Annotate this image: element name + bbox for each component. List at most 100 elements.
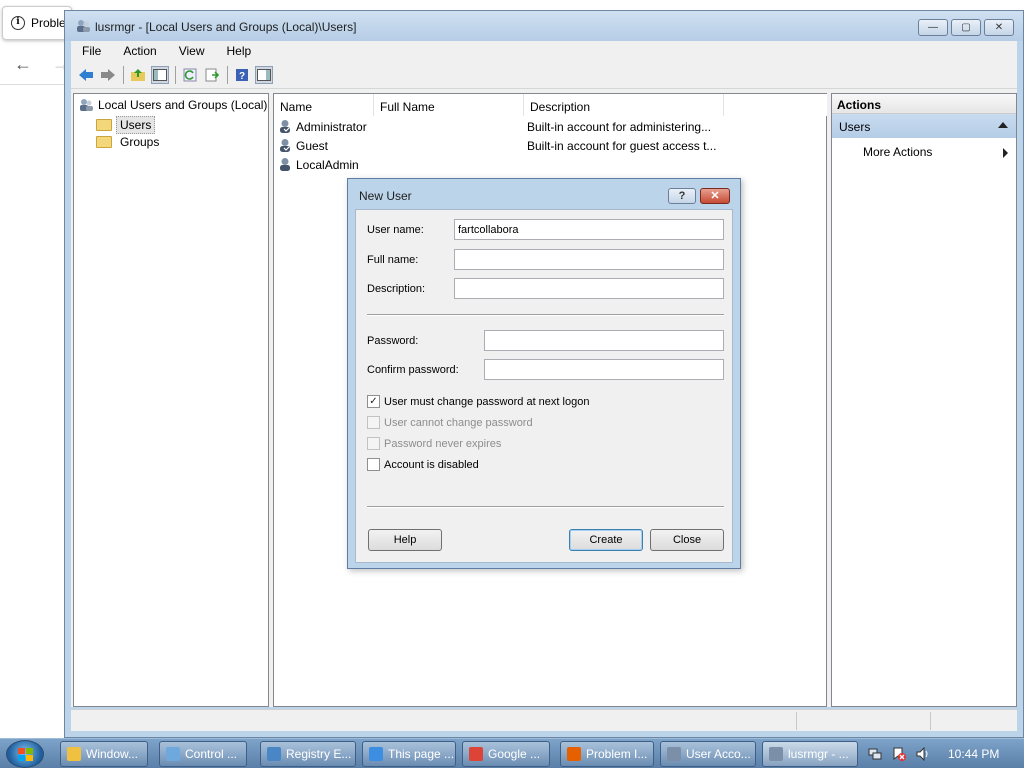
account-disabled-checkbox[interactable]: Account is disabled: [367, 458, 479, 471]
users-icon: [769, 747, 783, 761]
menu-view[interactable]: View: [168, 41, 216, 61]
menu-help[interactable]: Help: [216, 41, 263, 61]
toolbar-separator: [175, 66, 176, 84]
taskbar-item-user-accounts[interactable]: User Acco...: [660, 741, 756, 767]
password-never-expires-checkbox: Password never expires: [367, 437, 501, 450]
menu-bar: File Action View Help: [71, 41, 1017, 61]
taskbar-item-chrome[interactable]: Google ...: [462, 741, 550, 767]
back-arrow-icon[interactable]: ←: [14, 54, 32, 75]
divider: [0, 84, 66, 85]
checkbox-box: [367, 416, 380, 429]
control-panel-icon: [166, 747, 180, 761]
user-name: Guest: [296, 138, 329, 153]
actions-pane: Actions Users More Actions: [831, 93, 1017, 707]
browser-tab-label: Proble: [31, 16, 66, 30]
divider: [367, 506, 724, 508]
tree-item-groups[interactable]: Groups: [96, 135, 159, 149]
clock[interactable]: 10:44 PM: [948, 747, 999, 761]
taskbar-item-explorer[interactable]: Window...: [60, 741, 148, 767]
status-segment: [930, 712, 1017, 730]
password-label: Password:: [367, 335, 419, 347]
divider: [367, 314, 724, 316]
chevron-right-icon: [1003, 148, 1008, 158]
checkbox-label: User cannot change password: [384, 416, 533, 429]
minimize-button[interactable]: —: [918, 19, 948, 36]
registry-icon: [267, 747, 281, 761]
menu-action[interactable]: Action: [112, 41, 167, 61]
forward-icon[interactable]: [99, 66, 117, 84]
help-icon[interactable]: ?: [233, 66, 251, 84]
dialog-help-button[interactable]: ?: [668, 188, 696, 204]
checkbox-box[interactable]: [367, 458, 380, 471]
show-action-pane-icon[interactable]: [255, 66, 273, 84]
status-segment: [796, 712, 930, 730]
taskbar-item-registry-editor[interactable]: Registry E...: [260, 741, 356, 767]
system-tray: [862, 739, 1024, 768]
column-header-full-name[interactable]: Full Name: [374, 94, 524, 116]
collapse-up-icon[interactable]: [998, 122, 1008, 128]
taskbar-label: This page ...: [388, 747, 455, 761]
checkbox-box[interactable]: ✓: [367, 395, 380, 408]
start-button[interactable]: [6, 740, 44, 768]
create-button[interactable]: Create: [569, 529, 643, 551]
maximize-button[interactable]: ▢: [951, 19, 981, 36]
show-hide-tree-icon[interactable]: [151, 66, 169, 84]
full-name-field[interactable]: [454, 249, 724, 270]
cannot-change-password-checkbox: User cannot change password: [367, 416, 533, 429]
taskbar: Window... Control ... Registry E... This…: [0, 738, 1024, 768]
user-name-field[interactable]: [454, 219, 724, 240]
column-header-description[interactable]: Description: [524, 94, 724, 116]
confirm-password-label: Confirm password:: [367, 364, 459, 376]
toolbar: ?: [71, 61, 1017, 89]
taskbar-label: Window...: [86, 747, 139, 761]
close-window-button[interactable]: ✕: [984, 19, 1014, 36]
users-groups-icon: [80, 99, 93, 111]
dialog-close-x-button[interactable]: ✕: [700, 188, 730, 204]
status-bar: [71, 709, 1017, 731]
table-row[interactable]: LocalAdmin: [278, 157, 738, 172]
help-button[interactable]: Help: [368, 529, 442, 551]
back-icon[interactable]: [77, 66, 95, 84]
users-app-icon: [77, 20, 90, 32]
table-row[interactable]: Guest Built-in account for guest access …: [278, 138, 738, 153]
tree-root-label: Local Users and Groups (Local): [98, 98, 268, 112]
checkbox-label: User must change password at next logon: [384, 395, 590, 408]
users-icon: [667, 747, 681, 761]
taskbar-label: lusrmgr - ...: [788, 747, 849, 761]
browser-tab[interactable]: i Proble: [2, 6, 72, 40]
export-list-icon[interactable]: [203, 66, 221, 84]
column-header-empty: [724, 94, 827, 116]
taskbar-item-firefox[interactable]: Problem I...: [560, 741, 654, 767]
user-name: LocalAdmin: [296, 157, 359, 172]
confirm-password-field[interactable]: [484, 359, 724, 380]
tree-item-users[interactable]: Users: [96, 116, 156, 134]
taskbar-item-lusrmgr[interactable]: lusrmgr - ...: [762, 741, 858, 767]
checkbox-label: Password never expires: [384, 437, 502, 450]
must-change-password-checkbox[interactable]: ✓ User must change password at next logo…: [367, 395, 589, 408]
folder-icon: [67, 747, 81, 761]
more-actions-item[interactable]: More Actions: [832, 138, 1016, 162]
actions-section-label: Users: [839, 120, 871, 134]
taskbar-label: Google ...: [488, 747, 541, 761]
column-header-name[interactable]: Name: [274, 94, 374, 116]
action-center-alert-icon[interactable]: [892, 747, 906, 761]
menu-file[interactable]: File: [71, 41, 112, 61]
folder-icon: [96, 119, 112, 131]
toolbar-separator: [123, 66, 124, 84]
volume-icon[interactable]: [916, 747, 930, 761]
tree-root[interactable]: Local Users and Groups (Local): [78, 98, 267, 112]
actions-section-users[interactable]: Users: [832, 114, 1016, 138]
table-row[interactable]: Administrator Built-in account for admin…: [278, 119, 738, 134]
taskbar-item-ie[interactable]: This page ...: [362, 741, 456, 767]
dialog-title: New User: [359, 189, 412, 203]
description-field[interactable]: [454, 278, 724, 299]
checkbox-label: Account is disabled: [384, 458, 479, 471]
refresh-icon[interactable]: [181, 66, 199, 84]
taskbar-item-control-panel[interactable]: Control ...: [159, 741, 247, 767]
network-icon[interactable]: [868, 747, 882, 761]
close-button[interactable]: Close: [650, 529, 724, 551]
window-titlebar[interactable]: lusrmgr - [Local Users and Groups (Local…: [65, 11, 1023, 41]
password-field[interactable]: [484, 330, 724, 351]
console-tree: Local Users and Groups (Local) Users Gro…: [73, 93, 269, 707]
up-folder-icon[interactable]: [129, 66, 147, 84]
